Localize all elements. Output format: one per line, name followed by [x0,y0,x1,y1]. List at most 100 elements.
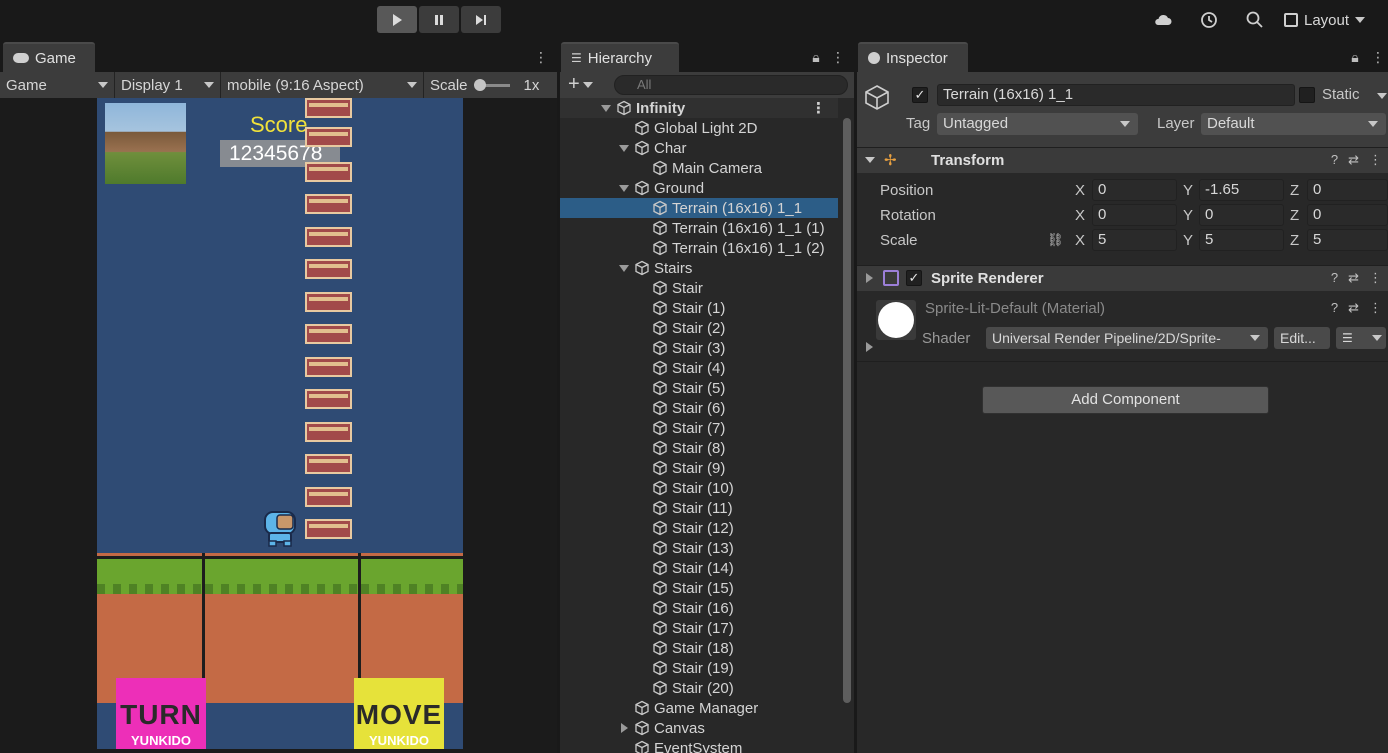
hierarchy-item[interactable]: Stair (10) [560,478,838,498]
help-icon[interactable]: ? [1331,300,1338,316]
fold-icon[interactable] [866,273,873,283]
scale-y-field[interactable]: 5 [1199,229,1284,251]
fold-expanded-icon[interactable] [618,262,630,274]
hierarchy-item[interactable]: Stair (19) [560,658,838,678]
hierarchy-item[interactable]: Stair (18) [560,638,838,658]
hierarchy-item[interactable]: Ground [560,178,838,198]
hierarchy-search-input[interactable]: All [614,75,848,95]
edit-shader-button[interactable]: Edit... [1274,327,1330,349]
hierarchy-scrollbar-thumb[interactable] [843,118,851,703]
rotation-y-field[interactable]: 0 [1199,204,1284,226]
position-z-field[interactable]: 0 [1307,179,1388,201]
rotation-x-field[interactable]: 0 [1092,204,1177,226]
hierarchy-item[interactable]: Stairs [560,258,838,278]
position-x-field[interactable]: 0 [1092,179,1177,201]
hierarchy-item[interactable]: Stair (6) [560,398,838,418]
hierarchy-item[interactable]: Stair (2) [560,318,838,338]
aspect-dropdown[interactable]: mobile (9:16 Aspect) [221,72,424,98]
pause-button[interactable] [419,6,459,33]
scale-x-field[interactable]: 5 [1092,229,1177,251]
hierarchy-item[interactable]: Stair (12) [560,518,838,538]
tab-inspector[interactable]: Inspector [858,42,968,72]
layer-dropdown[interactable]: Default [1201,113,1386,135]
material-menu-icon[interactable]: ⋮ [1369,300,1382,316]
sprite-renderer-enabled-checkbox[interactable]: ✓ [906,270,922,286]
hierarchy-item[interactable]: Stair (3) [560,338,838,358]
transform-header[interactable]: ✢ Transform ? ⇄ ⋮ [857,147,1388,173]
game-menu-icon[interactable]: ⋮ [533,49,549,65]
hierarchy-item[interactable]: Stair (5) [560,378,838,398]
hierarchy-item[interactable]: Stair (1) [560,298,838,318]
add-object-button[interactable]: + [568,74,593,94]
chevron-down-icon[interactable] [1377,93,1387,99]
rotation-z-field[interactable]: 0 [1307,204,1388,226]
hierarchy-item[interactable]: Game Manager [560,698,838,718]
preset-icon[interactable]: ⇄ [1348,270,1359,286]
scale-z-field[interactable]: 5 [1307,229,1388,251]
lock-icon[interactable]: 🔒︎ [808,49,824,65]
shader-dropdown[interactable]: Universal Render Pipeline/2D/Sprite- [986,327,1268,349]
add-component-button[interactable]: Add Component [982,386,1269,414]
hierarchy-item[interactable]: Stair [560,278,838,298]
hierarchy-item[interactable]: Canvas [560,718,838,738]
lock-icon[interactable]: 🔒︎ [1347,49,1363,65]
move-button[interactable]: MOVE YUNKIDO [354,678,444,749]
scale-slider[interactable] [473,78,510,91]
hierarchy-item[interactable]: Char [560,138,838,158]
object-name-input[interactable]: Terrain (16x16) 1_1 [937,84,1295,106]
help-icon[interactable]: ? [1331,152,1338,168]
fold-expanded-icon[interactable] [618,182,630,194]
active-checkbox[interactable]: ✓ [912,87,928,103]
step-button[interactable] [461,6,501,33]
constrain-proportions-icon[interactable]: ⛓︎ [1047,232,1064,248]
fold-expanded-icon[interactable] [618,142,630,154]
hierarchy-item[interactable]: Stair (16) [560,598,838,618]
tab-game[interactable]: Game [3,42,95,72]
fold-icon[interactable] [865,157,875,163]
hierarchy-item[interactable]: Stair (8) [560,438,838,458]
tag-dropdown[interactable]: Untagged [937,113,1138,135]
hierarchy-menu-icon[interactable]: ⋮ [830,49,846,65]
game-canvas[interactable]: Score 12345678 TURN YUNKIDO MOVE YUNKIDO [97,98,463,749]
preset-icon[interactable]: ⇄ [1348,152,1359,168]
hierarchy-item[interactable]: Stair (11) [560,498,838,518]
hierarchy-item[interactable]: Stair (9) [560,458,838,478]
inspector-menu-icon[interactable]: ⋮ [1370,49,1386,65]
play-button[interactable] [377,6,417,33]
display-dropdown[interactable]: Display 1 [115,72,221,98]
hierarchy-item[interactable]: Terrain (16x16) 1_1 [560,198,838,218]
turn-button[interactable]: TURN YUNKIDO [116,678,206,749]
history-icon[interactable] [1199,10,1219,30]
hierarchy-item[interactable]: Terrain (16x16) 1_1 (1) [560,218,838,238]
fold-icon[interactable] [866,342,873,352]
preset-icon[interactable]: ⇄ [1348,300,1359,316]
game-mode-dropdown[interactable]: Game [0,72,115,98]
hierarchy-item[interactable]: Stair (14) [560,558,838,578]
scene-row[interactable]: Infinity ⋮ [560,98,838,118]
hierarchy-item[interactable]: EventSystem [560,738,838,753]
hierarchy-item[interactable]: Stair (4) [560,358,838,378]
hierarchy-item[interactable]: Global Light 2D [560,118,838,138]
hierarchy-item[interactable]: Terrain (16x16) 1_1 (2) [560,238,838,258]
hierarchy-scrollbar[interactable] [840,98,854,753]
hierarchy-item[interactable]: Stair (20) [560,678,838,698]
hierarchy-item[interactable]: Stair (15) [560,578,838,598]
component-menu-icon[interactable]: ⋮ [1369,270,1382,286]
hierarchy-item[interactable]: Stair (17) [560,618,838,638]
hierarchy-item[interactable]: Stair (7) [560,418,838,438]
help-icon[interactable]: ? [1331,270,1338,286]
scale-slider-thumb[interactable] [473,78,486,91]
fold-expanded-icon[interactable] [600,102,612,114]
search-icon[interactable] [1245,10,1265,30]
scene-menu-icon[interactable]: ⋮ [811,99,826,117]
fold-collapsed-icon[interactable] [618,722,630,734]
hierarchy-item[interactable]: Main Camera [560,158,838,178]
sprite-renderer-header[interactable]: ✓ Sprite Renderer ? ⇄ ⋮ [857,265,1388,291]
position-y-field[interactable]: -1.65 [1199,179,1284,201]
component-menu-icon[interactable]: ⋮ [1369,152,1382,168]
shader-options-dropdown[interactable]: ☰ [1336,327,1386,349]
static-checkbox[interactable] [1299,87,1315,103]
hierarchy-item[interactable]: Stair (13) [560,538,838,558]
tab-hierarchy[interactable]: ☰ Hierarchy [561,42,679,72]
layout-dropdown[interactable]: Layout [1284,8,1366,32]
